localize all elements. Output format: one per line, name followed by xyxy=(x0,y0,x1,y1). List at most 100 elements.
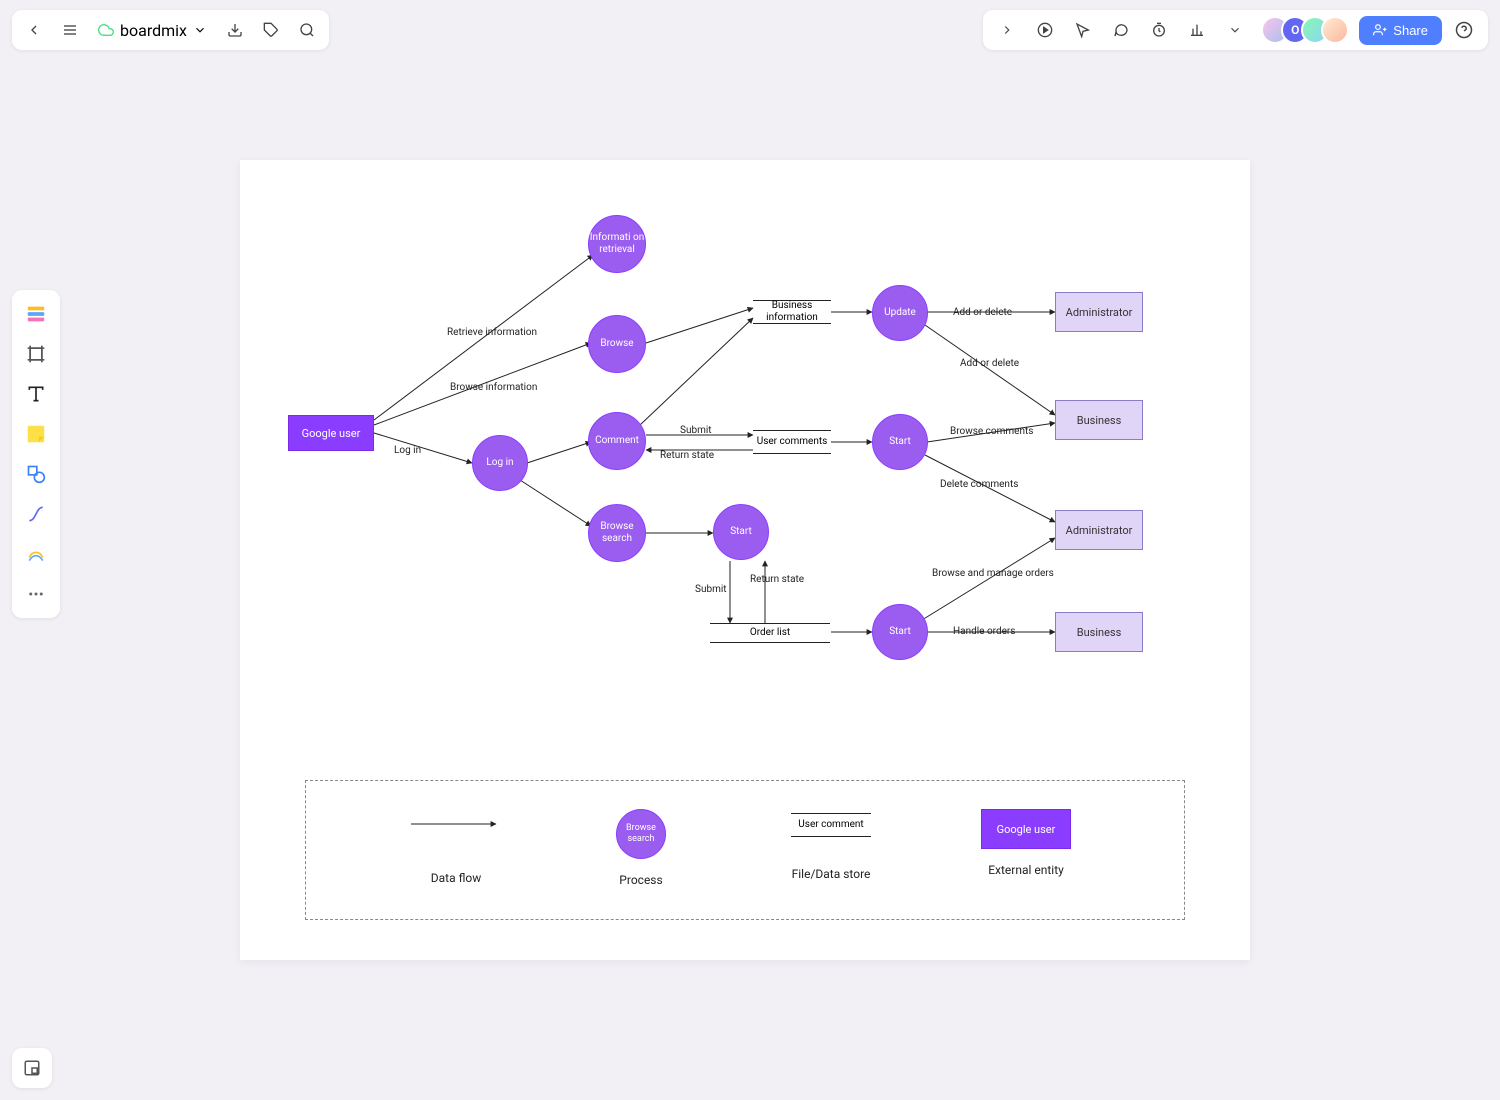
edge-label: Return state xyxy=(660,450,714,461)
entity-administrator-2[interactable]: Administrator xyxy=(1055,510,1143,550)
legend-dataflow: Data flow xyxy=(396,809,516,885)
share-icon xyxy=(1373,23,1387,37)
top-toolbar: boardmix xyxy=(12,10,1488,50)
entity-google-user[interactable]: Google user xyxy=(288,415,374,451)
process-start-3[interactable]: Start xyxy=(872,604,928,660)
legend-process-sample: Browse search xyxy=(616,809,666,859)
chevron-down-icon xyxy=(193,23,207,37)
process-start-1[interactable]: Start xyxy=(872,414,928,470)
canvas[interactable]: Google user Informati on retrieval Brows… xyxy=(240,160,1250,960)
frame-tool[interactable] xyxy=(18,336,54,372)
templates-icon xyxy=(25,303,47,325)
cursor-button[interactable] xyxy=(1067,14,1099,46)
search-icon xyxy=(299,22,315,38)
project-title-button[interactable]: boardmix xyxy=(90,14,215,46)
toolbar-right: O Share xyxy=(983,10,1488,50)
entity-administrator-1[interactable]: Administrator xyxy=(1055,292,1143,332)
edge-label: Handle orders xyxy=(953,626,1015,637)
avatar[interactable] xyxy=(1321,16,1349,44)
play-icon xyxy=(1037,22,1053,38)
minimap-icon xyxy=(23,1059,41,1077)
share-label: Share xyxy=(1393,23,1428,38)
cloud-icon xyxy=(98,22,114,38)
comment-icon xyxy=(1113,22,1129,38)
legend-filestore: User comment File/Data store xyxy=(766,813,896,881)
edge-label: Browse and manage orders xyxy=(932,568,1054,579)
sticky-note-tool[interactable] xyxy=(18,416,54,452)
shape-icon xyxy=(26,464,46,484)
text-tool[interactable] xyxy=(18,376,54,412)
text-icon xyxy=(26,384,46,404)
menu-icon xyxy=(62,22,78,38)
timer-icon xyxy=(1151,22,1167,38)
store-user-comments[interactable]: User comments xyxy=(753,430,831,454)
toolbar-left: boardmix xyxy=(12,10,329,50)
cursor-icon xyxy=(1075,22,1091,38)
entity-business-1[interactable]: Business xyxy=(1055,400,1143,440)
chart-button[interactable] xyxy=(1181,14,1213,46)
legend-label: Process xyxy=(619,873,662,887)
download-icon xyxy=(227,22,243,38)
legend-label: Data flow xyxy=(431,871,482,885)
process-login[interactable]: Log in xyxy=(472,435,528,491)
dots-icon xyxy=(27,585,45,603)
diagram: Google user Informati on retrieval Brows… xyxy=(240,160,1250,960)
process-browse[interactable]: Browse xyxy=(588,315,646,373)
menu-button[interactable] xyxy=(54,14,86,46)
frame-icon xyxy=(26,344,46,364)
legend: Data flow Browse search Process User com… xyxy=(305,780,1185,920)
process-start-2[interactable]: Start xyxy=(713,504,769,560)
more-tools[interactable] xyxy=(18,576,54,612)
edge-label: Submit xyxy=(680,425,712,436)
help-button[interactable] xyxy=(1448,14,1480,46)
edge-label: Log in xyxy=(394,445,421,456)
help-icon xyxy=(1455,21,1473,39)
pen-icon xyxy=(26,544,46,564)
process-update[interactable]: Update xyxy=(872,285,928,341)
comment-button[interactable] xyxy=(1105,14,1137,46)
edge-label: Browse information xyxy=(450,382,537,393)
tag-button[interactable] xyxy=(255,14,287,46)
collaborator-avatars[interactable]: O xyxy=(1261,16,1349,44)
search-button[interactable] xyxy=(291,14,323,46)
process-comment[interactable]: Comment xyxy=(588,412,646,470)
edge-label: Browse comments xyxy=(950,426,1033,437)
arrow-icon xyxy=(406,809,506,839)
legend-store-sample: User comment xyxy=(791,813,871,837)
store-order-list[interactable]: Order list xyxy=(710,623,830,643)
legend-label: External entity xyxy=(988,863,1064,877)
legend-entity-sample: Google user xyxy=(981,809,1071,849)
timer-button[interactable] xyxy=(1143,14,1175,46)
process-browse-search[interactable]: Browse search xyxy=(588,504,646,562)
edge-label: Submit xyxy=(695,584,727,595)
legend-label: File/Data store xyxy=(792,867,871,881)
minimap-toggle[interactable] xyxy=(12,1048,52,1088)
chevron-right-icon xyxy=(1000,23,1014,37)
templates-tool[interactable] xyxy=(18,296,54,332)
share-button[interactable]: Share xyxy=(1359,16,1442,45)
edge-label: Add or delete xyxy=(953,307,1012,318)
more-button[interactable] xyxy=(1219,14,1251,46)
store-business-info[interactable]: Business information xyxy=(753,300,831,324)
back-button[interactable] xyxy=(18,14,50,46)
chevron-left-icon xyxy=(26,22,42,38)
chart-icon xyxy=(1189,22,1205,38)
process-info-retrieval[interactable]: Informati on retrieval xyxy=(588,215,646,273)
legend-process: Browse search Process xyxy=(596,809,686,887)
entity-business-2[interactable]: Business xyxy=(1055,612,1143,652)
tool-sidebar xyxy=(12,290,60,618)
legend-entity: Google user External entity xyxy=(966,809,1086,877)
edge-label: Delete comments xyxy=(940,479,1018,490)
play-button[interactable] xyxy=(1029,14,1061,46)
edge-label: Retrieve information xyxy=(447,327,537,338)
connector-icon xyxy=(26,504,46,524)
shape-tool[interactable] xyxy=(18,456,54,492)
connector-tool[interactable] xyxy=(18,496,54,532)
edge-label: Return state xyxy=(750,574,804,585)
pen-tool[interactable] xyxy=(18,536,54,572)
download-button[interactable] xyxy=(219,14,251,46)
tag-icon xyxy=(263,22,279,38)
expand-button[interactable] xyxy=(991,14,1023,46)
edge-label: Add or delete xyxy=(960,358,1019,369)
project-title: boardmix xyxy=(120,21,187,40)
